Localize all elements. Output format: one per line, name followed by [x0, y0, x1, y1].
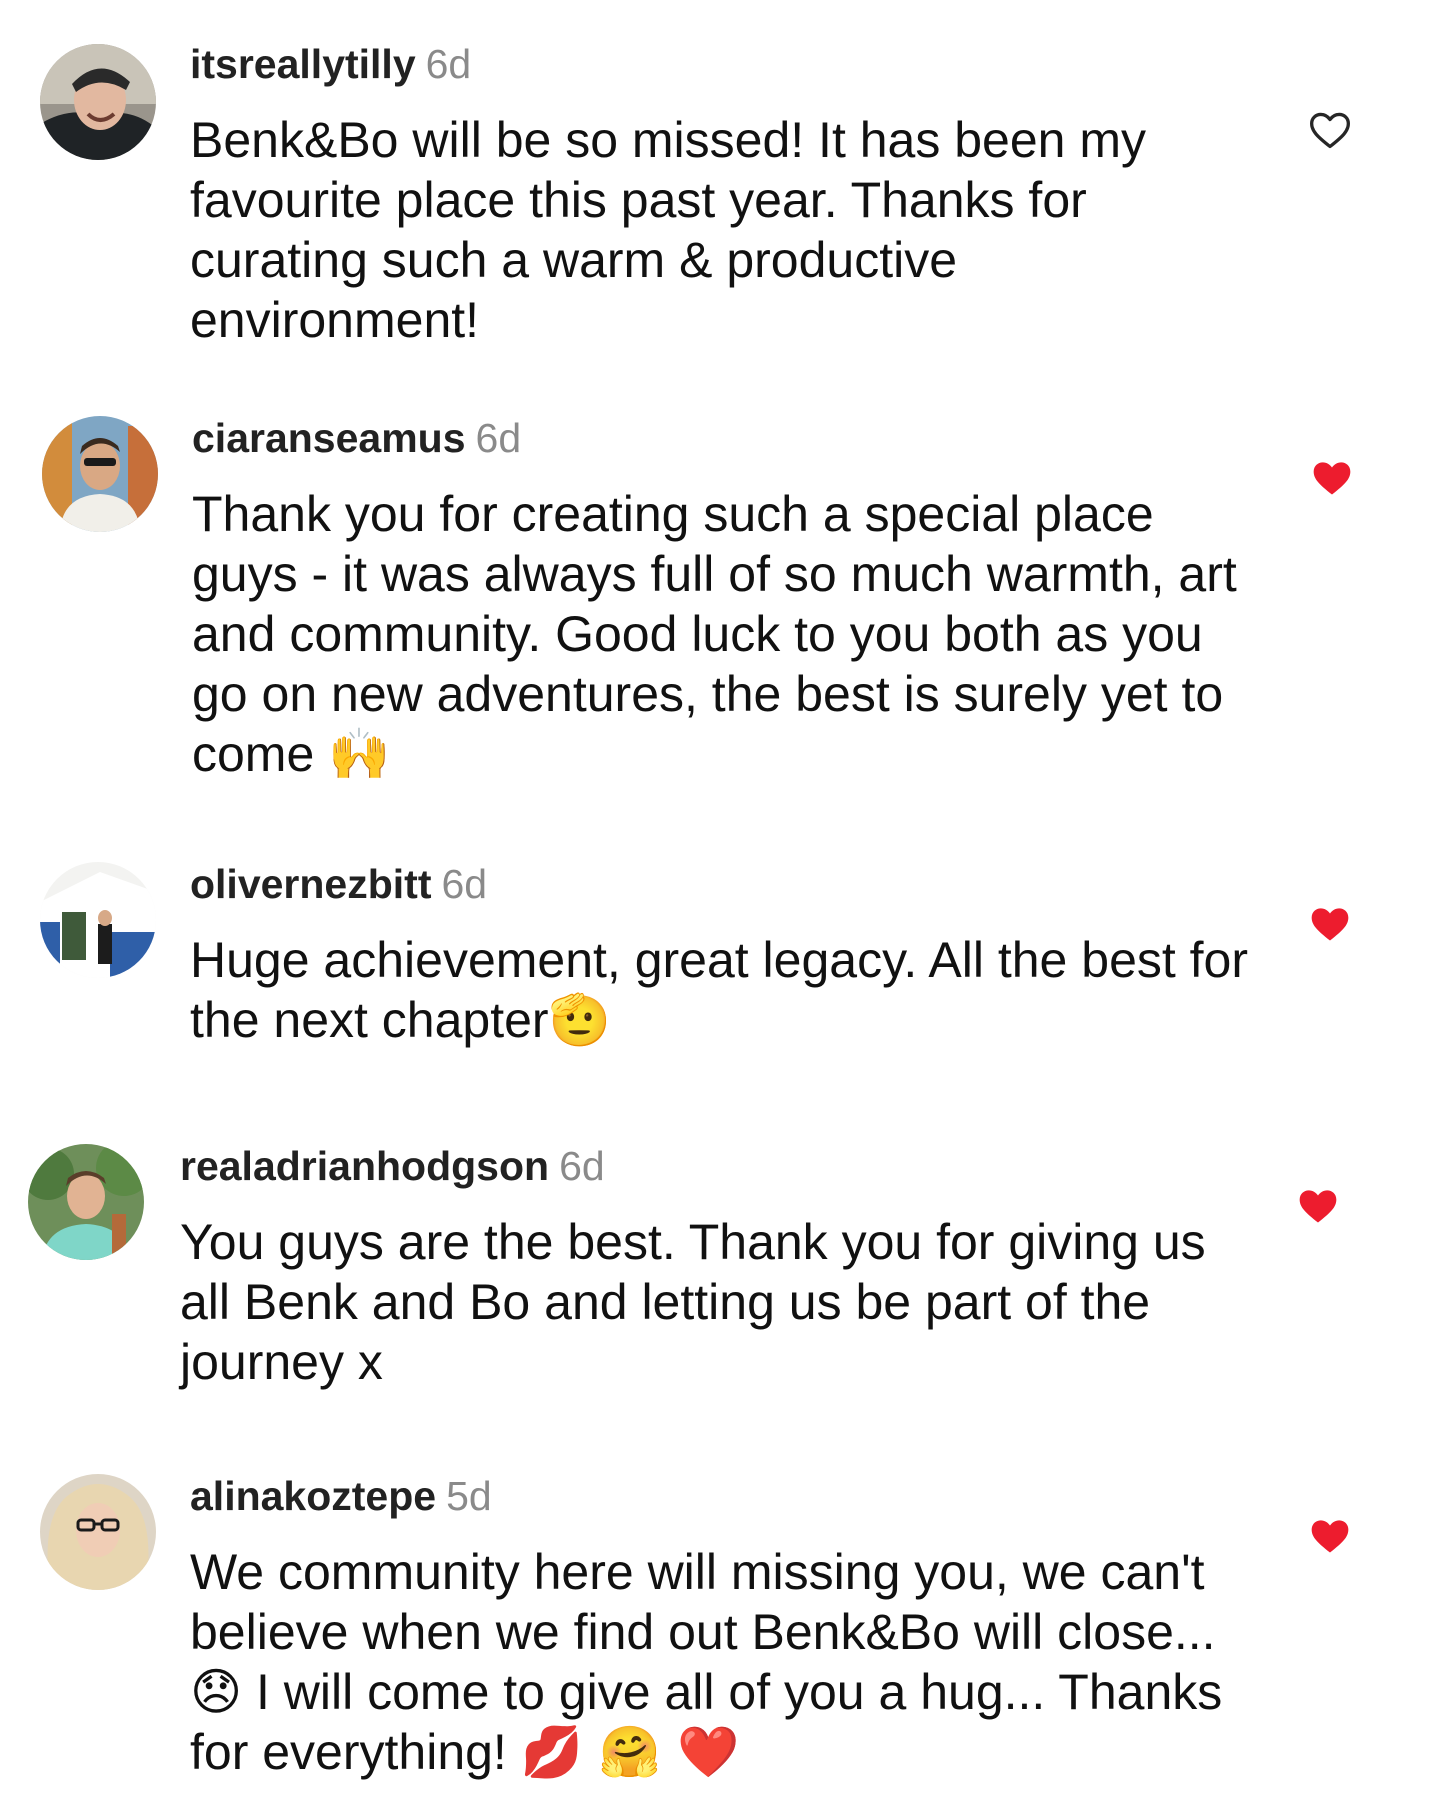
timestamp: 6d [425, 41, 472, 87]
heart-outline-icon [1310, 112, 1350, 149]
timestamp: 6d [441, 861, 488, 907]
comment-body: ciaranseamus 6d Thank you for creating su… [192, 414, 1252, 784]
comment-text: Benk&Bo will be so missed! It has been m… [190, 110, 1250, 350]
avatar[interactable] [42, 416, 158, 532]
username[interactable]: ciaranseamus [192, 415, 466, 461]
like-button[interactable] [1308, 108, 1352, 152]
comment-text-content: Benk&Bo will be so missed! It has been m… [190, 112, 1147, 348]
heart-filled-icon [1313, 462, 1351, 495]
comment-meta: ciaranseamus 6d [192, 414, 1252, 462]
comment-body: olivernezbitt 6d Huge achievement, great … [190, 860, 1250, 1050]
heart-filled-icon [1311, 908, 1349, 941]
comment-text-content: You guys are the best. Thank you for giv… [180, 1214, 1206, 1390]
saluting-face-emoji: 🫡 [548, 991, 611, 1049]
heart-filled-icon [1299, 1190, 1337, 1223]
like-button[interactable] [1296, 1184, 1340, 1228]
comment-text-content: Huge achievement, great legacy. All the … [190, 932, 1249, 1048]
avatar[interactable] [40, 1474, 156, 1590]
comment-meta: olivernezbitt 6d [190, 860, 1250, 908]
avatar[interactable] [40, 44, 156, 160]
raising-hands-emoji: 🙌 [328, 725, 391, 783]
comment-text: Thank you for creating such a special pl… [192, 484, 1252, 784]
timestamp: 5d [446, 1473, 492, 1519]
avatar[interactable] [28, 1144, 144, 1260]
timestamp: 6d [475, 415, 522, 461]
comment-meta: alinakoztepe 5d [190, 1472, 1250, 1520]
kiss-hug-heart-emojis: 💋 🤗 ❤️ [520, 1723, 740, 1781]
username[interactable]: olivernezbitt [190, 861, 431, 907]
like-button[interactable] [1308, 902, 1352, 946]
heart-filled-icon [1311, 1520, 1349, 1553]
like-button[interactable] [1310, 456, 1354, 500]
username[interactable]: alinakoztepe [190, 1473, 436, 1519]
username[interactable]: realadrianhodgson [180, 1143, 549, 1189]
like-button[interactable] [1308, 1514, 1352, 1558]
comment-body: realadrianhodgson 6d You guys are the bes… [180, 1142, 1240, 1392]
avatar[interactable] [40, 862, 156, 978]
username[interactable]: itsreallytilly [190, 41, 416, 87]
timestamp: 6d [559, 1143, 605, 1189]
comment-body: itsreallytilly 6d Benk&Bo will be so miss… [190, 40, 1250, 350]
comment-body: alinakoztepe 5d We community here will mi… [190, 1472, 1250, 1782]
comment-meta: itsreallytilly 6d [190, 40, 1250, 88]
comment-text: Huge achievement, great legacy. All the … [190, 930, 1250, 1050]
comment-meta: realadrianhodgson 6d [180, 1142, 1240, 1190]
comment-text: You guys are the best. Thank you for giv… [180, 1212, 1240, 1392]
comment-text: We community here will missing you, we c… [190, 1542, 1250, 1782]
